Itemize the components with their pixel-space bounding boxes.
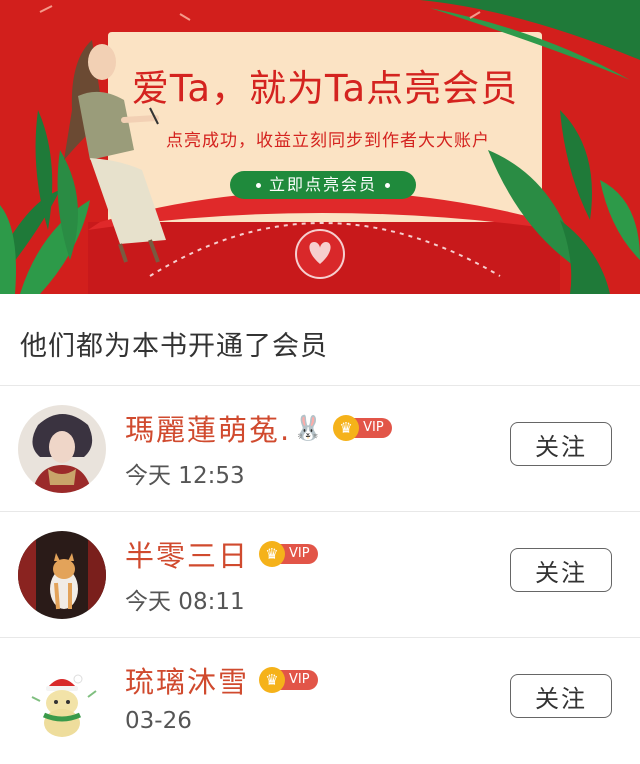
promo-banner[interactable]: 爱Ta，就为Ta点亮会员 点亮成功，收益立刻同步到作者大大账户 立即点亮会员 <box>0 0 640 294</box>
crown-icon: ♛ <box>259 541 286 567</box>
banner-subtitle: 点亮成功，收益立刻同步到作者大大账户 <box>166 131 490 151</box>
member-time: 03-26 <box>125 708 192 734</box>
rabbit-icon: 🐰 <box>293 414 324 442</box>
member-time: 今天 12:53 <box>125 463 245 489</box>
member-name-line: 琉璃沐雪 ♛ VIP <box>125 660 318 700</box>
avatar-image <box>18 657 106 745</box>
vip-badge: ♛ VIP <box>259 541 318 567</box>
activate-membership-label: 立即点亮会员 <box>268 175 377 194</box>
member-name-line: 半零三日 ♛ VIP <box>125 534 318 574</box>
dot-icon <box>385 183 390 188</box>
member-list: 瑪麗蓮萌菟. 🐰 ♛ VIP 今天 12:53 关注 半零三日 ♛ VIP 今天 0… <box>0 386 640 764</box>
vip-badge: ♛ VIP <box>333 415 392 441</box>
avatar[interactable] <box>18 657 106 745</box>
follow-button[interactable]: 关注 <box>510 422 612 466</box>
avatar-image <box>18 405 106 493</box>
dot-icon <box>255 183 261 188</box>
member-time: 今天 08:11 <box>125 589 245 615</box>
member-row[interactable]: 瑪麗蓮萌菟. 🐰 ♛ VIP 今天 12:53 关注 <box>0 386 640 512</box>
section-title: 他们都为本书开通了会员 <box>0 294 640 386</box>
banner-title: 爱Ta，就为Ta点亮会员 <box>131 67 519 110</box>
member-row[interactable]: 琉璃沐雪 ♛ VIP 03-26 关注 <box>0 638 640 764</box>
follow-button[interactable]: 关注 <box>510 548 612 592</box>
avatar-image <box>18 531 106 619</box>
avatar[interactable] <box>18 405 106 493</box>
member-row[interactable]: 半零三日 ♛ VIP 今天 08:11 关注 <box>0 512 640 638</box>
member-name[interactable]: 琉璃沐雪 <box>125 659 249 701</box>
vip-badge: ♛ VIP <box>259 667 318 693</box>
member-name[interactable]: 瑪麗蓮萌菟. <box>125 407 291 449</box>
avatar[interactable] <box>18 531 106 619</box>
crown-icon: ♛ <box>333 415 360 441</box>
activate-membership-button[interactable]: 立即点亮会员 <box>230 171 416 199</box>
member-name[interactable]: 半零三日 <box>125 533 249 575</box>
follow-button[interactable]: 关注 <box>510 674 612 718</box>
crown-icon: ♛ <box>259 667 286 693</box>
member-name-line: 瑪麗蓮萌菟. 🐰 ♛ VIP <box>125 408 392 448</box>
